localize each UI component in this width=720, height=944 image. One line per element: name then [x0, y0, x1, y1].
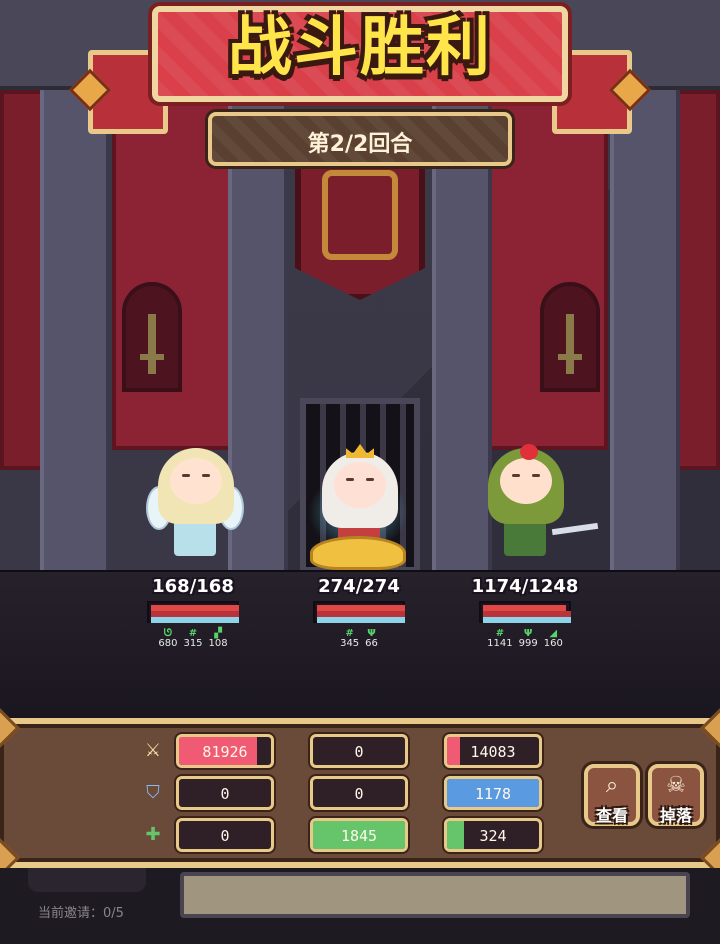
damage-cell: 14083 [444, 734, 542, 768]
heal-cell: 324 [444, 818, 542, 852]
unit-status-2: 274/274 #345 Ψ 66 [304, 576, 414, 649]
wall-niche-right [540, 282, 600, 392]
damage-cell: 81926 [176, 734, 274, 768]
defense-cell: 0 [176, 776, 274, 810]
wall-sword-icon [140, 314, 164, 374]
stone-pillar-right [610, 90, 680, 570]
heal-value: 1845 [340, 827, 378, 845]
character-angel-girl[interactable] [144, 448, 244, 576]
hp-bar [479, 601, 571, 623]
damage-value: 0 [354, 743, 364, 761]
attr-value: 315 [183, 638, 203, 649]
hp-text: 168/168 [152, 576, 234, 597]
damage-value: 81926 [202, 743, 248, 761]
defense-value: 0 [354, 785, 364, 803]
damage-cell: 0 [310, 734, 408, 768]
heal-value: 324 [479, 827, 507, 845]
invite-count: 当前邀请：0/5 [38, 906, 124, 921]
attr-value: 160 [543, 638, 563, 649]
drop-button-label: 掉落 [659, 806, 692, 825]
magnifier-icon: ⌕ [605, 773, 619, 798]
attr-value: 66 [365, 638, 378, 649]
underlying-tab [28, 868, 146, 892]
character-priestess[interactable] [308, 444, 408, 580]
attr-value: 345 [340, 638, 360, 649]
heal-icon: ✚ [145, 823, 161, 845]
skull-icon: ☠ [666, 773, 686, 798]
view-button[interactable]: ⌕ 查看 [584, 764, 640, 826]
drop-button[interactable]: ☠ 掉落 [648, 764, 704, 826]
round-text: 第2/2回合 [307, 132, 413, 157]
rose-icon [520, 444, 538, 460]
heal-value: 0 [220, 827, 230, 845]
heal-cell: 1845 [310, 818, 408, 852]
hp-bar [313, 601, 405, 623]
unit-status-1: 168/168 ᘎ 680 #315 ▞ 108 [138, 576, 248, 649]
hp-text: 1174/1248 [471, 576, 579, 597]
victory-banner: 战斗胜利 [152, 6, 568, 102]
hp-bar [147, 601, 239, 623]
character-plant-girl[interactable] [474, 444, 599, 576]
defense-value: 0 [220, 785, 230, 803]
victory-title: 战斗胜利 [228, 11, 492, 85]
underlying-card [180, 872, 690, 918]
round-indicator: 第2/2回合 [208, 112, 512, 166]
shield-icon: ⛉ [146, 781, 160, 803]
unit-status-3: 1174/1248 #1141 Ψ 999 ◢ 160 [470, 576, 580, 649]
damage-value: 14083 [470, 743, 516, 761]
wall-sword-icon [558, 314, 582, 374]
banner-emblem [322, 170, 398, 260]
heal-cell: 0 [176, 818, 274, 852]
golden-shell [310, 536, 406, 570]
defense-cell: 0 [310, 776, 408, 810]
battle-result-screen: 战斗胜利 第2/2回合 168/168 ᘎ 680 #315 ▞ 108 274… [0, 0, 720, 944]
stone-pillar-left [40, 90, 110, 570]
defense-cell: 1178 [444, 776, 542, 810]
attr-value: 999 [518, 638, 538, 649]
attr-value: 680 [158, 638, 178, 649]
view-button-label: 查看 [595, 806, 628, 825]
hp-text: 274/274 [318, 576, 400, 597]
attr-value: 108 [208, 638, 228, 649]
defense-value: 1178 [474, 785, 512, 803]
sword-icon: ⚔ [144, 739, 162, 761]
red-wall-right-edge [674, 90, 720, 470]
wall-niche-left [122, 282, 182, 392]
attr-value: 1141 [487, 638, 513, 649]
